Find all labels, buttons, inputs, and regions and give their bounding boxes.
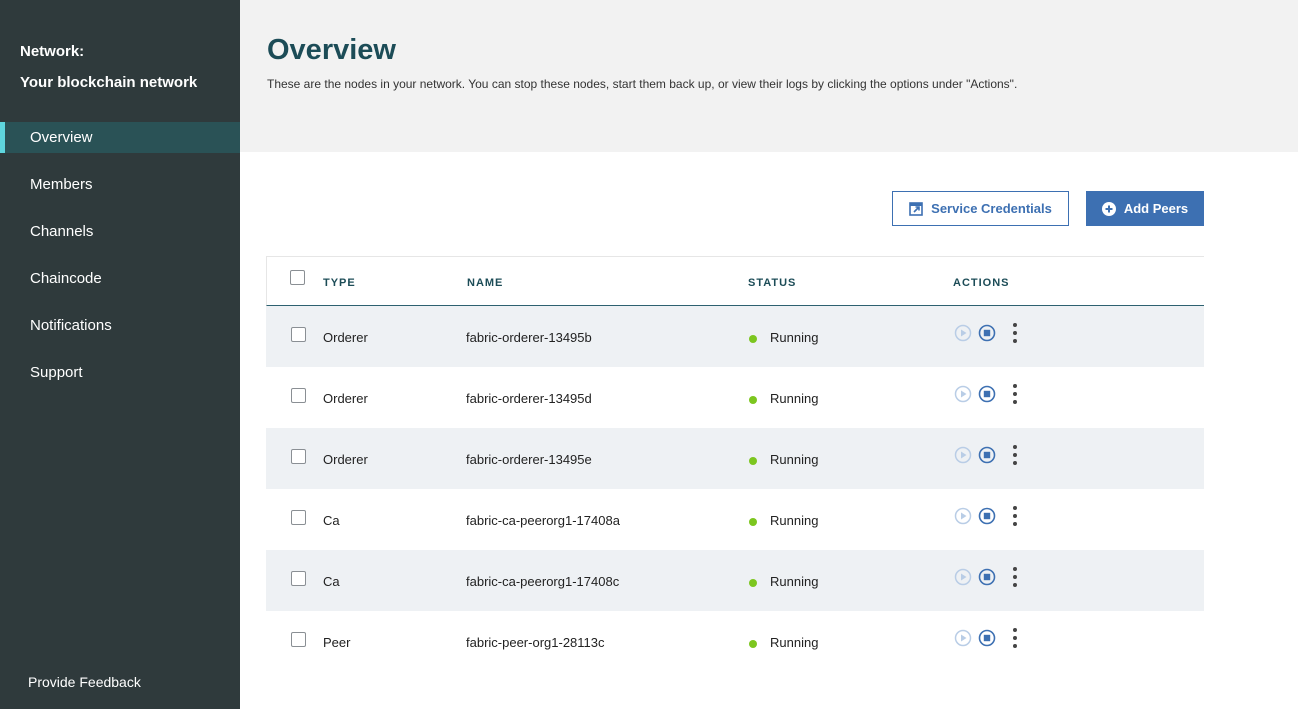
service-credentials-button[interactable]: Service Credentials [892,191,1069,226]
column-header-type[interactable]: TYPE [323,277,356,289]
stop-icon[interactable] [978,385,996,403]
node-name: fabric-peer-org1-28113c [466,635,605,650]
add-peers-button[interactable]: Add Peers [1086,191,1204,226]
stop-icon[interactable] [978,446,996,464]
node-status: Running [770,635,819,650]
sidebar-item-chaincode[interactable]: Chaincode [0,255,240,302]
node-type: Orderer [323,330,368,345]
sidebar: Network: Your blockchain network Overvie… [0,0,240,709]
overflow-menu-icon[interactable] [1011,505,1019,527]
node-name: fabric-orderer-13495d [466,391,592,406]
status-indicator [749,396,757,404]
overflow-menu-icon[interactable] [1011,322,1019,344]
table-header: TYPE NAME STATUS ACTIONS [266,256,1204,306]
status-indicator [749,518,757,526]
row-checkbox[interactable] [291,388,306,403]
table-row: Orderer fabric-orderer-13495e Running [266,428,1204,489]
service-credentials-label: Service Credentials [931,201,1052,216]
node-type: Orderer [323,391,368,406]
node-type: Ca [323,513,340,528]
page-description: These are the nodes in your network. You… [267,77,1018,91]
node-type: Peer [323,635,351,650]
table-row: Peer fabric-peer-org1-28113c Running [266,611,1204,672]
start-icon[interactable] [954,446,972,464]
column-header-status[interactable]: STATUS [748,277,796,289]
sidebar-item-support[interactable]: Support [0,349,240,396]
page-title: Overview [267,34,396,66]
network-title-line2: Your blockchain network [20,74,198,91]
table-row: Orderer fabric-orderer-13495b Running [266,306,1204,367]
node-name: fabric-ca-peerorg1-17408a [466,513,620,528]
status-indicator [749,640,757,648]
stop-icon[interactable] [978,568,996,586]
node-status: Running [770,574,819,589]
row-checkbox[interactable] [291,327,306,342]
start-icon[interactable] [954,385,972,403]
add-icon [1101,201,1116,216]
row-checkbox[interactable] [291,571,306,586]
start-icon[interactable] [954,507,972,525]
table-row: Orderer fabric-orderer-13495d Running [266,367,1204,428]
node-name: fabric-ca-peerorg1-17408c [466,574,620,589]
provide-feedback-link[interactable]: Provide Feedback [28,674,141,690]
sidebar-item-overview[interactable]: Overview [0,122,240,153]
sidebar-nav: Overview Members Channels Chaincode Noti… [0,122,240,396]
status-indicator [749,335,757,343]
overflow-menu-icon[interactable] [1011,444,1019,466]
sidebar-item-members[interactable]: Members [0,161,240,208]
launch-icon [909,201,923,216]
node-type: Ca [323,574,340,589]
add-peers-label: Add Peers [1123,201,1189,216]
overflow-menu-icon[interactable] [1011,627,1019,649]
stop-icon[interactable] [978,507,996,525]
column-header-name[interactable]: NAME [467,277,503,289]
column-header-actions: ACTIONS [953,277,1010,289]
table-row: Ca fabric-ca-peerorg1-17408a Running [266,489,1204,550]
status-indicator [749,457,757,465]
overflow-menu-icon[interactable] [1011,566,1019,588]
table-row: Ca fabric-ca-peerorg1-17408c Running [266,550,1204,611]
node-type: Orderer [323,452,368,467]
node-name: fabric-orderer-13495e [466,452,592,467]
page-header: Overview These are the nodes in your net… [240,0,1298,152]
row-checkbox[interactable] [291,632,306,647]
node-status: Running [770,513,819,528]
start-icon[interactable] [954,324,972,342]
node-status: Running [770,391,819,406]
table-body: Orderer fabric-orderer-13495b Running Or… [266,306,1204,672]
row-checkbox[interactable] [291,510,306,525]
overflow-menu-icon[interactable] [1011,383,1019,405]
sidebar-item-channels[interactable]: Channels [0,208,240,255]
node-name: fabric-orderer-13495b [466,330,592,345]
start-icon[interactable] [954,568,972,586]
select-all-checkbox[interactable] [290,270,305,285]
start-icon[interactable] [954,629,972,647]
status-indicator [749,579,757,587]
node-status: Running [770,452,819,467]
stop-icon[interactable] [978,324,996,342]
sidebar-item-notifications[interactable]: Notifications [0,302,240,349]
row-checkbox[interactable] [291,449,306,464]
stop-icon[interactable] [978,629,996,647]
nodes-table: TYPE NAME STATUS ACTIONS Orderer fabric-… [266,256,1204,672]
network-title-line1: Network: [20,43,85,60]
network-title: Network: Your blockchain network [20,36,197,98]
node-status: Running [770,330,819,345]
